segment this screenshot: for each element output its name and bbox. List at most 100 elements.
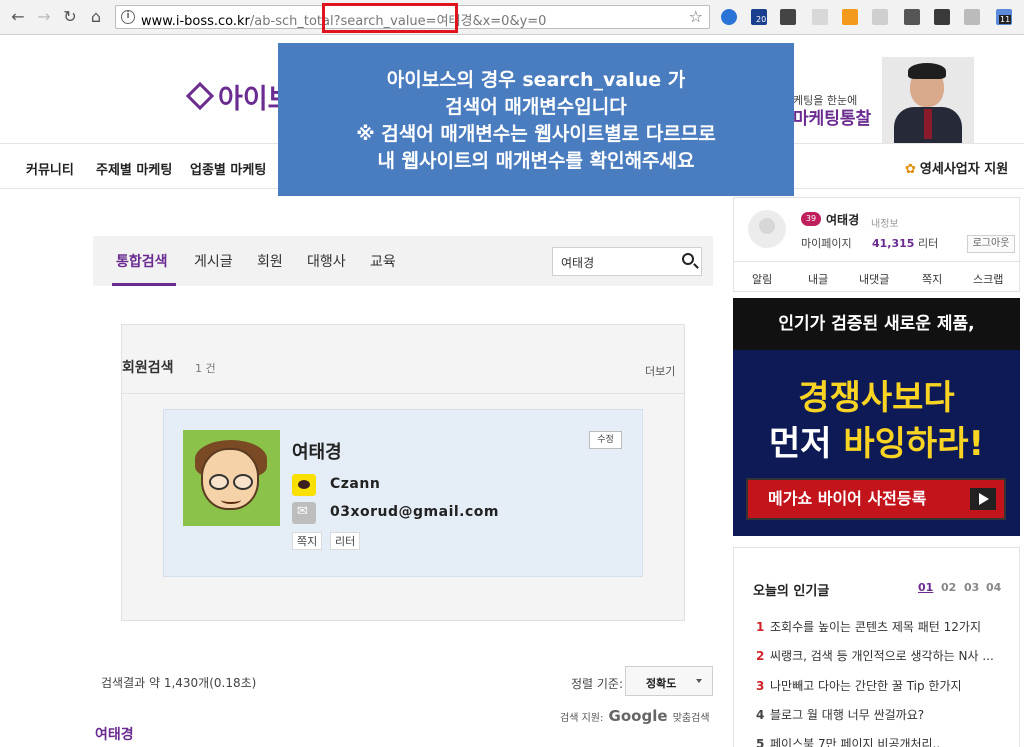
url-parameter-highlight xyxy=(322,3,458,33)
play-icon xyxy=(970,488,996,510)
chevron-down-icon xyxy=(696,679,702,683)
popular-page-02[interactable]: 02 xyxy=(941,581,956,594)
popular-item-title: 조회수를 높이는 콘텐츠 제목 패턴 12가지 xyxy=(770,620,981,634)
sort-select[interactable]: 정확도 xyxy=(625,666,713,696)
user-name[interactable]: 여태경 xyxy=(826,211,859,228)
popular-rank: 2 xyxy=(756,649,765,663)
overlay-line-2: 검색어 매개변수입니다 xyxy=(445,96,627,118)
word-extension-icon[interactable]: 20 xyxy=(751,9,767,25)
ad-top-text: 인기가 검증된 새로운 제품, xyxy=(733,298,1020,350)
user-box: 39 여태경 내정보 마이페이지 41,315 리터 로그아웃 알림 내글 내댓… xyxy=(733,197,1020,292)
tab-posts[interactable]: 게시글 xyxy=(194,251,233,271)
ad-banner[interactable]: 인기가 검증된 새로운 제품, 경쟁사보다 먼저 바잉하라! 메가쇼 바이어 사… xyxy=(733,298,1020,536)
flower-icon: ✿ xyxy=(905,162,916,177)
popular-item[interactable]: 1 조회수를 높이는 콘텐츠 제목 패턴 12가지 xyxy=(756,618,981,635)
gnb-community[interactable]: 커뮤니티 xyxy=(26,159,74,178)
user-tab-my-comments[interactable]: 내댓글 xyxy=(859,271,889,287)
liter-button[interactable]: 리터 xyxy=(330,532,361,550)
forward-icon[interactable]: → xyxy=(34,7,54,27)
tab-members[interactable]: 회원 xyxy=(257,251,283,271)
popular-item-title: 페이스북 7만 페이지 비공개처리.. xyxy=(770,737,941,747)
gnb-topic-marketing[interactable]: 주제별 마케팅 xyxy=(96,159,172,178)
evernote-extension-icon[interactable] xyxy=(780,9,796,25)
active-tab-underline xyxy=(112,283,176,286)
photo-tie xyxy=(924,109,932,139)
popular-item[interactable]: 5 페이스북 7만 페이지 비공개처리.. xyxy=(756,735,940,747)
user-tab-scrap[interactable]: 스크랩 xyxy=(973,271,1003,287)
ad-headline-2a: 먼저 xyxy=(768,424,844,464)
avatar-mouth xyxy=(221,496,241,504)
overlay-line-3: ※ 검색어 매개변수는 웹사이트별로 다르므로 xyxy=(356,123,716,145)
tab-extension-icon[interactable] xyxy=(812,9,828,25)
message-button[interactable]: 쪽지 xyxy=(292,532,323,550)
provider-suffix: 맞춤검색 xyxy=(672,713,710,724)
gnb-industry-marketing[interactable]: 업종별 마케팅 xyxy=(190,159,266,178)
popular-item[interactable]: 2 씨랭크, 검색 등 개인적으로 생각하는 N사 ... xyxy=(756,647,994,664)
member-search-panel: 회원검색 1 건 더보기 여태경 수정 Czann 03xorud@gmail.… xyxy=(121,324,685,621)
member-email[interactable]: 03xorud@gmail.com xyxy=(330,504,499,520)
grid-extension-icon[interactable] xyxy=(934,9,950,25)
tool-extension-icon[interactable] xyxy=(904,9,920,25)
member-search-count: 1 건 xyxy=(195,362,216,375)
member-avatar[interactable] xyxy=(183,430,280,526)
logout-button[interactable]: 로그아웃 xyxy=(967,235,1015,253)
ad-register-button[interactable]: 메가쇼 바이어 사전등록 xyxy=(746,478,1006,520)
panel-divider xyxy=(122,393,684,394)
ad-button-label: 메가쇼 바이어 사전등록 xyxy=(768,489,927,508)
my-page-link[interactable]: 마이페이지 xyxy=(801,235,852,251)
mail-icon xyxy=(292,502,316,524)
result-heading[interactable]: 여태경 xyxy=(95,724,134,744)
tab-agencies[interactable]: 대행사 xyxy=(307,251,346,271)
popular-item[interactable]: 3 나만빼고 다아는 간단한 꿀 Tip 한가지 xyxy=(756,677,962,694)
provider-prefix: 검색 지원: xyxy=(560,713,604,724)
tab-total-search[interactable]: 통합검색 xyxy=(116,251,168,271)
user-tabs: 알림 내글 내댓글 쪽지 스크랩 xyxy=(734,261,1019,291)
logo-mark-icon xyxy=(185,81,215,111)
promo-line-2: 마케팅통찰 xyxy=(793,109,872,129)
popular-item-title: 씨랭크, 검색 등 개인적으로 생각하는 N사 ... xyxy=(770,649,994,663)
search-provider: 검색 지원: Google 맞춤검색 xyxy=(560,707,710,725)
my-info-link[interactable]: 내정보 xyxy=(871,215,899,230)
back-icon[interactable]: ← xyxy=(8,7,28,27)
popular-item-title: 블로그 월 대행 너무 싼걸까요? xyxy=(770,708,925,722)
member-name[interactable]: 여태경 xyxy=(292,438,342,464)
header-promo[interactable]: 케팅을 한눈에 마케팅통찰 xyxy=(793,92,871,128)
promo-person-photo[interactable] xyxy=(882,57,974,143)
reload-icon[interactable]: ↻ xyxy=(60,7,80,27)
sort-label: 정렬 기준: xyxy=(571,677,624,691)
popular-posts: 오늘의 인기글 01 02 03 04 1 조회수를 높이는 콘텐츠 제목 패턴 … xyxy=(733,547,1020,747)
user-points[interactable]: 41,315 리터 xyxy=(872,235,938,251)
edit-button[interactable]: 수정 xyxy=(589,431,622,449)
tab-education[interactable]: 교육 xyxy=(370,251,396,271)
popular-item[interactable]: 4 블로그 월 대행 너무 싼걸까요? xyxy=(756,706,924,723)
search-input[interactable] xyxy=(561,253,671,271)
user-tab-alerts[interactable]: 알림 xyxy=(752,271,772,287)
user-tab-my-posts[interactable]: 내글 xyxy=(808,271,828,287)
search-icon[interactable] xyxy=(682,253,694,265)
site-info-icon[interactable]: i xyxy=(121,10,135,24)
browser-toolbar: ← → ↻ ⌂ i www.i-boss.co.kr/ab-sch_total?… xyxy=(0,0,1024,35)
ad-headline-2b: 바잉하라! xyxy=(843,424,985,464)
download-extension-icon[interactable] xyxy=(721,9,737,25)
profile-extension-icon[interactable]: 11 xyxy=(996,9,1012,25)
popular-page-04[interactable]: 04 xyxy=(986,581,1001,594)
popular-rank: 3 xyxy=(756,679,765,693)
popular-page-03[interactable]: 03 xyxy=(964,581,979,594)
bookmark-star-icon[interactable]: ☆ xyxy=(689,7,703,26)
more-link[interactable]: 더보기 xyxy=(645,363,675,379)
avatar-glasses-right xyxy=(233,474,253,490)
annotation-overlay: 아이보스의 경우 search_value 가 검색어 매개변수입니다 ※ 검색… xyxy=(278,43,794,196)
popular-rank: 1 xyxy=(756,620,765,634)
pen-extension-icon[interactable] xyxy=(872,9,888,25)
overlay-line-4: 내 웹사이트의 매개변수를 확인해주세요 xyxy=(377,150,695,172)
analytics-extension-icon[interactable] xyxy=(842,9,858,25)
capture-extension-icon[interactable] xyxy=(964,9,980,25)
user-level-badge: 39 xyxy=(801,212,821,226)
user-tab-messages[interactable]: 쪽지 xyxy=(922,271,942,287)
home-icon[interactable]: ⌂ xyxy=(86,7,106,27)
popular-page-01[interactable]: 01 xyxy=(918,581,933,594)
popular-item-title: 나만빼고 다아는 간단한 꿀 Tip 한가지 xyxy=(770,679,962,693)
ad-headline-1: 경쟁사보다 xyxy=(798,378,955,418)
user-avatar[interactable] xyxy=(748,210,786,248)
gnb-small-business-support[interactable]: ✿ 영세사업자 지원 xyxy=(905,158,1008,177)
